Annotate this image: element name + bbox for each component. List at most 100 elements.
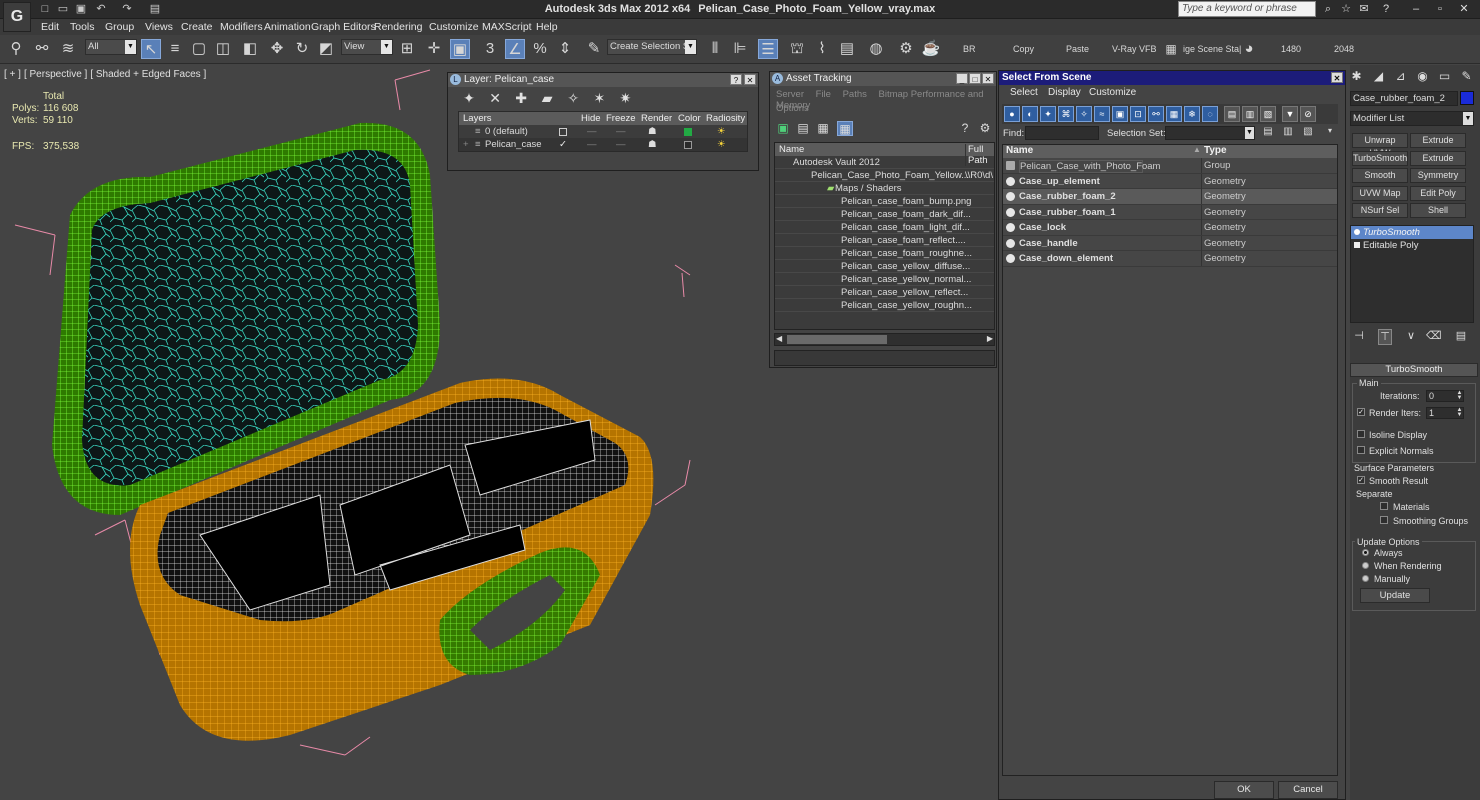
scene-row[interactable]: Case_lock Geometry xyxy=(1003,220,1337,236)
create-tab-icon[interactable]: ✱ xyxy=(1348,69,1365,86)
open-file-icon[interactable]: ▭ xyxy=(56,2,70,16)
schematic-view-icon[interactable]: ▤ xyxy=(837,39,857,59)
sort-arrow-icon[interactable]: ▲ xyxy=(1193,145,1201,154)
toolbar-label-2048[interactable]: 2048 xyxy=(1334,44,1354,54)
utilities-tab-icon[interactable]: ✎ xyxy=(1458,69,1475,86)
modify-tab-icon[interactable]: ◢ xyxy=(1370,69,1387,86)
modifier-button-smooth[interactable]: Smooth xyxy=(1352,168,1408,183)
modifier-list-dropdown[interactable]: Modifier List ▼ xyxy=(1350,111,1474,126)
modifier-button-shell[interactable]: Shell xyxy=(1410,203,1466,218)
asset-tree-row[interactable]: Pelican_Case_Photo_Foam_Yellow... \\R0\d\ xyxy=(775,169,994,182)
layer-panel-help-icon[interactable]: ? xyxy=(730,74,742,85)
new-file-icon[interactable]: □ xyxy=(38,2,52,16)
curve-editor-icon[interactable]: ⌇ xyxy=(812,39,832,59)
turbosmooth-rollout-header[interactable]: TurboSmooth xyxy=(1350,363,1478,377)
menu-views[interactable]: Views xyxy=(145,21,173,33)
asset-menu-file[interactable]: File xyxy=(816,89,831,100)
render-iters-checkbox[interactable]: ✓ xyxy=(1357,408,1365,416)
asset-tree-row[interactable]: Pelican_case_foam_light_dif... xyxy=(775,221,994,234)
hide-all-layers-icon[interactable]: ✶ xyxy=(590,90,608,107)
display-lights-icon[interactable]: ✦ xyxy=(1040,106,1056,122)
more-options-icon[interactable]: ▾ xyxy=(1323,126,1337,140)
scene-row-group[interactable]: Pelican_Case_with_Photo_Foam Group xyxy=(1003,158,1337,174)
app-logo-icon[interactable]: G xyxy=(3,2,31,32)
new-layer-icon[interactable]: ✦ xyxy=(460,90,478,107)
modifier-button-nsurf-sel[interactable]: NSurf Sel xyxy=(1352,203,1408,218)
edit-named-selection-icon[interactable]: ✎ xyxy=(584,39,604,59)
select-close-icon[interactable]: ✕ xyxy=(1331,72,1343,83)
isoline-display-checkbox[interactable] xyxy=(1357,430,1365,438)
named-selection-dropdown[interactable]: Create Selection Se ▼ xyxy=(607,39,697,55)
asset-tree-row[interactable]: Pelican_case_foam_roughne... xyxy=(775,247,994,260)
ok-button[interactable]: OK xyxy=(1214,781,1274,799)
select-object-icon[interactable]: ↖ xyxy=(141,39,161,59)
asset-tree-row[interactable]: Pelican_case_yellow_diffuse... xyxy=(775,260,994,273)
viewport-label[interactable]: [ + ][ Perspective ][ Shaded + Edged Fac… xyxy=(4,69,209,80)
move-icon[interactable]: ✥ xyxy=(267,39,287,59)
display-invert-icon[interactable]: ▧ xyxy=(1260,106,1276,122)
select-dependents-icon[interactable]: ▥ xyxy=(1281,126,1295,140)
asset-tree-row[interactable]: Pelican_case_yellow_roughn... xyxy=(775,299,994,312)
spinner-snap-icon[interactable]: ⇕ xyxy=(555,39,575,59)
update-manually-radio[interactable] xyxy=(1362,575,1369,582)
asset-tree-row[interactable]: Pelican_case_yellow_normal... xyxy=(775,273,994,286)
scene-row-selected[interactable]: Case_rubber_foam_2 Geometry xyxy=(1003,189,1337,205)
object-name-field[interactable]: Case_rubber_foam_2 xyxy=(1350,91,1458,106)
freeze-toggle[interactable]: — xyxy=(616,126,626,137)
percent-snap-icon[interactable]: % xyxy=(530,39,550,59)
keyboard-shortcut-override-icon[interactable]: ▣ xyxy=(450,39,470,59)
menu-maxscript[interactable]: MAXScript xyxy=(482,21,532,33)
asset-menu-options[interactable]: Options xyxy=(776,103,809,114)
toolbar-label-scene-states[interactable]: ige Scene Sta| xyxy=(1183,44,1241,54)
clear-filter-icon[interactable]: ⊘ xyxy=(1300,106,1316,122)
menu-tools[interactable]: Tools xyxy=(70,21,95,33)
table-view-icon[interactable]: ▦ xyxy=(837,121,853,136)
display-all-icon[interactable]: ▤ xyxy=(1224,106,1240,122)
save-file-icon[interactable]: ▣ xyxy=(74,2,88,16)
minimize-icon[interactable]: – xyxy=(1408,2,1424,16)
material-editor-icon[interactable]: ◍ xyxy=(866,39,886,59)
communication-icon[interactable]: ✉ xyxy=(1356,2,1372,16)
asset-tree-row[interactable]: Pelican_case_foam_dark_dif... xyxy=(775,208,994,221)
asset-menu-server[interactable]: Server xyxy=(776,89,804,100)
find-input[interactable] xyxy=(1025,126,1099,140)
rotate-icon[interactable]: ↻ xyxy=(292,39,312,59)
menu-edit[interactable]: Edit xyxy=(41,21,59,33)
pivot-center-icon[interactable]: ⊞ xyxy=(397,39,417,59)
select-menu-display[interactable]: Display xyxy=(1048,87,1081,98)
refresh-icon[interactable]: ▣ xyxy=(775,121,791,136)
iterations-spinner[interactable]: 0 ▲ ▼ xyxy=(1426,390,1464,402)
display-xrefs-icon[interactable]: ⊡ xyxy=(1130,106,1146,122)
display-containers-icon[interactable]: ▦ xyxy=(1166,106,1182,122)
list-view-icon[interactable]: ▤ xyxy=(795,121,811,136)
layer-expand-icon[interactable]: ≡ xyxy=(475,126,481,137)
hide-toggle[interactable]: — xyxy=(587,139,597,150)
modifier-button-extrude[interactable]: Extrude xyxy=(1410,133,1466,148)
layer-manager-icon[interactable]: ☰ xyxy=(758,39,778,59)
layer-expand-plus[interactable]: + xyxy=(463,139,469,150)
asset-close-icon[interactable]: ✕ xyxy=(982,73,994,84)
stack-item-editable-poly[interactable]: Editable Poly xyxy=(1351,239,1473,252)
modifier-button-uvw-map[interactable]: UVW Map xyxy=(1352,186,1408,201)
scroll-thumb[interactable] xyxy=(787,335,887,344)
asset-tree-row[interactable]: Pelican_case_yellow_reflect... xyxy=(775,286,994,299)
toolbar-label-copy[interactable]: Copy xyxy=(1013,44,1034,54)
menu-rendering[interactable]: Rendering xyxy=(374,21,422,33)
menu-group[interactable]: Group xyxy=(105,21,134,33)
make-unique-icon[interactable]: ∨ xyxy=(1404,329,1418,345)
scene-row[interactable]: Case_rubber_foam_1 Geometry xyxy=(1003,204,1337,220)
unlink-icon[interactable]: ⚯ xyxy=(32,39,52,59)
display-helpers-icon[interactable]: ✧ xyxy=(1076,106,1092,122)
align-icon[interactable]: ⊫ xyxy=(730,39,750,59)
lightbulb-icon[interactable] xyxy=(1354,229,1360,235)
update-always-radio[interactable] xyxy=(1362,549,1369,556)
redo-icon[interactable]: ↷ xyxy=(120,2,134,16)
current-layer-check[interactable]: ✓ xyxy=(559,139,567,150)
radiosity-icon[interactable]: ☀ xyxy=(717,126,726,137)
layer-color-swatch[interactable] xyxy=(684,128,692,136)
snaps-toggle-icon[interactable]: 3 xyxy=(480,39,500,59)
display-groups-icon[interactable]: ▣ xyxy=(1112,106,1128,122)
display-space-warps-icon[interactable]: ≈ xyxy=(1094,106,1110,122)
select-and-link-icon[interactable]: ✛ xyxy=(424,39,444,59)
display-none-icon[interactable]: ▥ xyxy=(1242,106,1258,122)
